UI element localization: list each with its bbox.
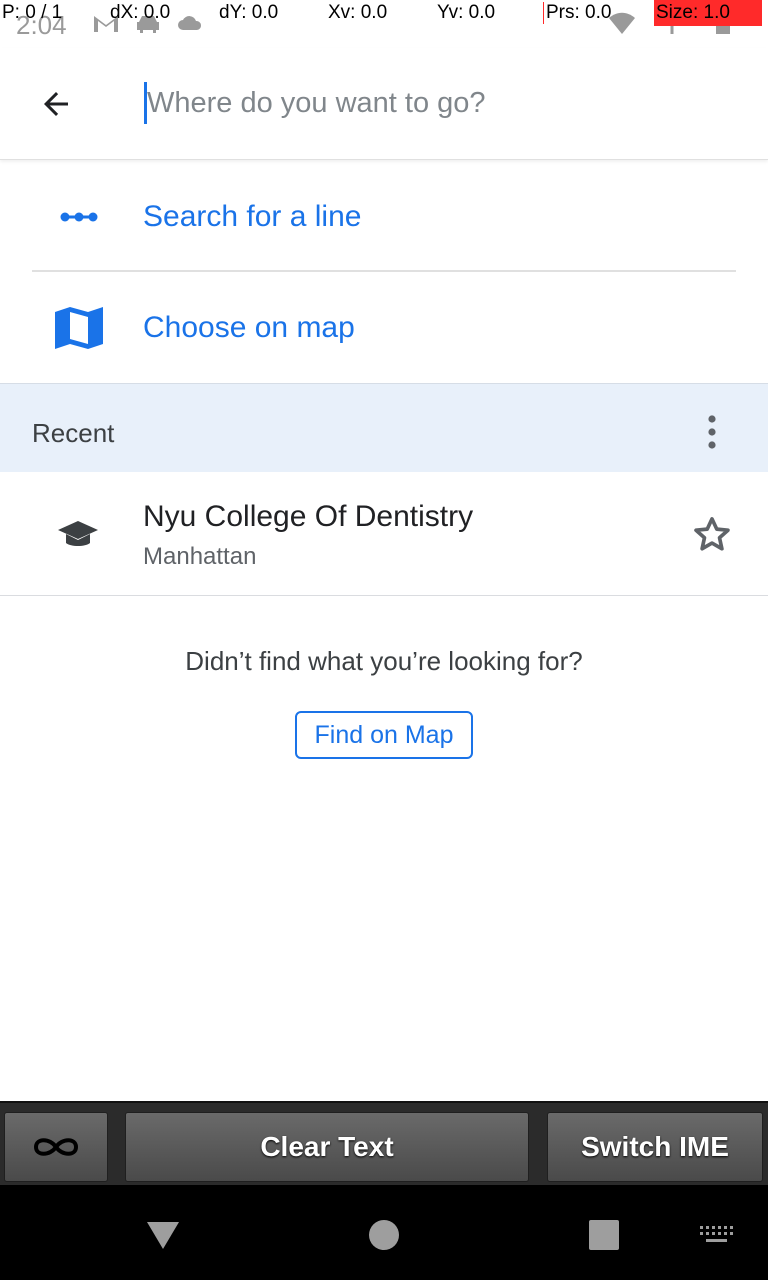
search-input[interactable] (144, 78, 724, 128)
recent-section-header: Recent (0, 383, 768, 472)
search-line-label: Search for a line (143, 200, 362, 233)
search-line-row[interactable]: Search for a line (0, 161, 768, 273)
recents-nav-button[interactable] (580, 1211, 628, 1259)
recent-title: Recent (32, 418, 115, 448)
more-vert-icon (708, 415, 716, 449)
recent-list-item[interactable]: Nyu College Of Dentistry Manhattan (0, 472, 768, 596)
place-name: Nyu College Of Dentistry (143, 500, 474, 533)
clear-text-button[interactable]: Clear Text (125, 1112, 529, 1182)
pointer-debug-overlay: P: 0 / 1 dX: 0.0 dY: 0.0 Xv: 0.0 Yv: 0.0… (0, 0, 768, 26)
keyboard-icon (700, 1226, 733, 1242)
arrow-back-icon (44, 92, 68, 116)
debug-pointer: P: 0 / 1 (2, 2, 63, 23)
school-icon (58, 521, 98, 546)
debug-prs: Prs: 0.0 (543, 2, 611, 24)
back-button[interactable] (28, 76, 84, 132)
debug-yv: Yv: 0.0 (437, 2, 496, 23)
choose-on-map-row[interactable]: Choose on map (0, 272, 768, 384)
star-outline-icon (694, 517, 730, 551)
keyboard-toolbar: Clear Text Switch IME (0, 1101, 768, 1185)
more-options-button[interactable] (690, 408, 734, 456)
map-icon (50, 299, 108, 357)
debug-size: Size: 1.0 (654, 0, 762, 26)
debug-dx: dX: 0.0 (110, 2, 171, 23)
choose-on-map-label: Choose on map (143, 311, 355, 344)
infinity-icon (33, 1138, 79, 1156)
loop-button[interactable] (4, 1112, 108, 1182)
triangle-back-icon (147, 1222, 179, 1249)
back-nav-button[interactable] (139, 1211, 187, 1259)
status-bar: 2:04 P: 0 / 1 dX: 0.0 dY: 0.0 Xv: 0.0 Yv… (0, 0, 768, 48)
debug-dy: dY: 0.0 (219, 2, 279, 23)
square-recents-icon (589, 1220, 619, 1250)
favorite-button[interactable] (686, 510, 738, 560)
find-on-map-button[interactable]: Find on Map (295, 711, 473, 759)
home-nav-button[interactable] (360, 1211, 408, 1259)
debug-xv: Xv: 0.0 (328, 2, 388, 23)
keyboard-nav-button[interactable] (692, 1211, 740, 1259)
text-cursor (144, 82, 147, 124)
transit-line-icon (50, 188, 108, 246)
search-header (0, 48, 768, 160)
circle-home-icon (369, 1220, 399, 1250)
switch-ime-button[interactable]: Switch IME (547, 1112, 763, 1182)
navigation-bar (0, 1185, 768, 1280)
place-subtitle: Manhattan (143, 543, 257, 570)
not-found-message: Didn’t find what you’re looking for? (185, 646, 583, 676)
